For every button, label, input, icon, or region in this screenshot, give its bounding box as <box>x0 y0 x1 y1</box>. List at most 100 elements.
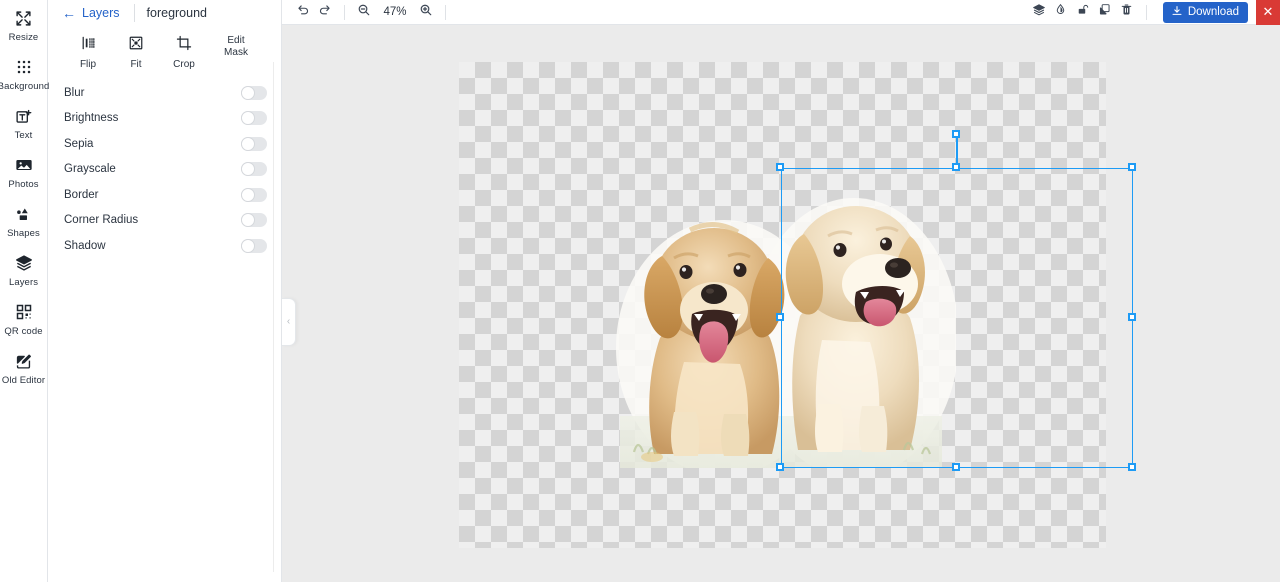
duplicate-button[interactable] <box>1094 1 1116 23</box>
resize-handle-bottom-right[interactable] <box>1128 463 1136 471</box>
toggle-grayscale[interactable] <box>241 162 267 176</box>
text-add-icon <box>14 106 34 126</box>
main-area: 47% <box>282 0 1280 582</box>
flip-tool-button[interactable]: Flip <box>64 33 112 70</box>
image-editor-app: Resize Background Text <box>0 0 1280 582</box>
zoom-level-label: 47% <box>382 6 408 18</box>
effect-row-grayscale[interactable]: Grayscale <box>48 157 281 183</box>
panel-collapse-tab[interactable]: ‹ <box>282 298 296 346</box>
undo-arrow-icon <box>296 3 310 22</box>
sidebar-item-shapes[interactable]: Shapes <box>0 198 48 245</box>
toolbar-divider-2 <box>445 5 446 20</box>
download-button[interactable]: Download <box>1163 2 1248 23</box>
sidebar-label-text: Text <box>15 130 33 141</box>
effects-list: Blur Brightness Sepia Grayscale Border C… <box>48 80 281 259</box>
opacity-droplet-icon <box>1054 3 1067 21</box>
resize-handle-top-right[interactable] <box>1128 163 1136 171</box>
zoom-out-icon <box>357 3 371 22</box>
resize-handle-bottom-left[interactable] <box>776 463 784 471</box>
close-editor-button[interactable]: ✕ <box>1256 0 1280 25</box>
effect-row-border[interactable]: Border <box>48 182 281 208</box>
canvas-stage[interactable] <box>282 25 1280 582</box>
sidebar-item-photos[interactable]: Photos <box>0 149 48 196</box>
flip-horizontal-icon <box>80 33 96 53</box>
sidebar-item-resize[interactable]: Resize <box>0 2 48 49</box>
layers-stack-icon <box>1032 3 1046 22</box>
top-toolbar: 47% <box>282 0 1280 25</box>
sidebar-label-photos: Photos <box>8 179 38 190</box>
resize-handle-bottom-center[interactable] <box>952 463 960 471</box>
old-editor-pencil-icon <box>14 351 34 371</box>
toggle-knob <box>241 86 255 100</box>
layer-properties-panel: ← Layers foreground Flip <box>48 0 282 582</box>
undo-button[interactable] <box>292 1 314 23</box>
toggle-corner-radius[interactable] <box>241 213 267 227</box>
toggle-brightness[interactable] <box>241 111 267 125</box>
effect-label-sepia: Sepia <box>64 138 241 150</box>
crop-tool-button[interactable]: Crop <box>160 33 208 70</box>
toggle-blur[interactable] <box>241 86 267 100</box>
opacity-button[interactable] <box>1050 1 1072 23</box>
fit-tool-button[interactable]: Fit <box>112 33 160 70</box>
zoom-in-icon <box>419 3 433 22</box>
toggle-knob <box>241 162 255 176</box>
redo-button[interactable] <box>314 1 336 23</box>
sidebar-label-old-editor: Old Editor <box>2 375 45 386</box>
edit-mask-label-line1: Edit <box>227 35 244 46</box>
edit-mask-tool-button[interactable]: Edit Mask <box>208 33 264 58</box>
effect-row-brightness[interactable]: Brightness <box>48 106 281 132</box>
toggle-shadow[interactable] <box>241 239 267 253</box>
unlock-padlock-icon <box>1076 3 1089 21</box>
resize-handle-top-left[interactable] <box>776 163 784 171</box>
sidebar-label-layers: Layers <box>9 277 38 288</box>
delete-button[interactable] <box>1116 1 1138 23</box>
layer-name-label: foreground <box>147 6 207 20</box>
transparent-canvas[interactable] <box>459 62 1106 548</box>
sidebar-item-old-editor[interactable]: Old Editor <box>0 345 48 392</box>
chevron-left-icon: ‹ <box>287 317 290 327</box>
toggle-border[interactable] <box>241 188 267 202</box>
duplicate-icon <box>1098 3 1111 21</box>
toggle-sepia[interactable] <box>241 137 267 151</box>
sidebar-item-qr-code[interactable]: QR code <box>0 296 48 343</box>
left-nav-rail: Resize Background Text <box>0 0 48 582</box>
photos-icon <box>14 155 34 175</box>
shapes-icon <box>14 204 34 224</box>
layer-stack-button[interactable] <box>1028 1 1050 23</box>
download-icon <box>1171 5 1183 20</box>
panel-scrollbar[interactable] <box>273 62 281 572</box>
crop-tool-label: Crop <box>173 59 195 70</box>
zoom-out-button[interactable] <box>353 1 375 23</box>
resize-handle-top-center[interactable] <box>952 163 960 171</box>
redo-arrow-icon <box>318 3 332 22</box>
puppy-left <box>644 224 784 456</box>
effect-label-corner-radius: Corner Radius <box>64 214 241 226</box>
back-to-layers-link[interactable]: ← Layers <box>62 6 120 20</box>
resize-handle-middle-left[interactable] <box>776 313 784 321</box>
resize-handle-middle-right[interactable] <box>1128 313 1136 321</box>
header-divider <box>134 4 135 22</box>
effect-label-shadow: Shadow <box>64 240 241 252</box>
background-grid-icon <box>14 57 34 77</box>
zoom-in-button[interactable] <box>415 1 437 23</box>
toolbar-right-group: Download ✕ <box>1028 0 1280 25</box>
effect-row-corner-radius[interactable]: Corner Radius <box>48 208 281 234</box>
fit-to-frame-icon <box>128 33 144 53</box>
rotate-handle[interactable] <box>952 130 960 138</box>
toggle-knob <box>241 111 255 125</box>
toggle-knob <box>241 188 255 202</box>
puppy-right <box>786 206 925 452</box>
layers-icon <box>14 253 34 273</box>
sidebar-item-background[interactable]: Background <box>0 51 48 98</box>
lock-toggle-button[interactable] <box>1072 1 1094 23</box>
trash-icon <box>1120 3 1133 21</box>
panel-header: ← Layers foreground <box>48 0 281 25</box>
effect-row-shadow[interactable]: Shadow <box>48 233 281 259</box>
sidebar-item-layers[interactable]: Layers <box>0 247 48 294</box>
toolbar-divider <box>344 5 345 20</box>
effect-row-sepia[interactable]: Sepia <box>48 131 281 157</box>
effect-row-blur[interactable]: Blur <box>48 80 281 106</box>
layer-tools-row: Flip Fit <box>48 25 281 80</box>
sidebar-item-text[interactable]: Text <box>0 100 48 147</box>
toggle-knob <box>241 213 255 227</box>
